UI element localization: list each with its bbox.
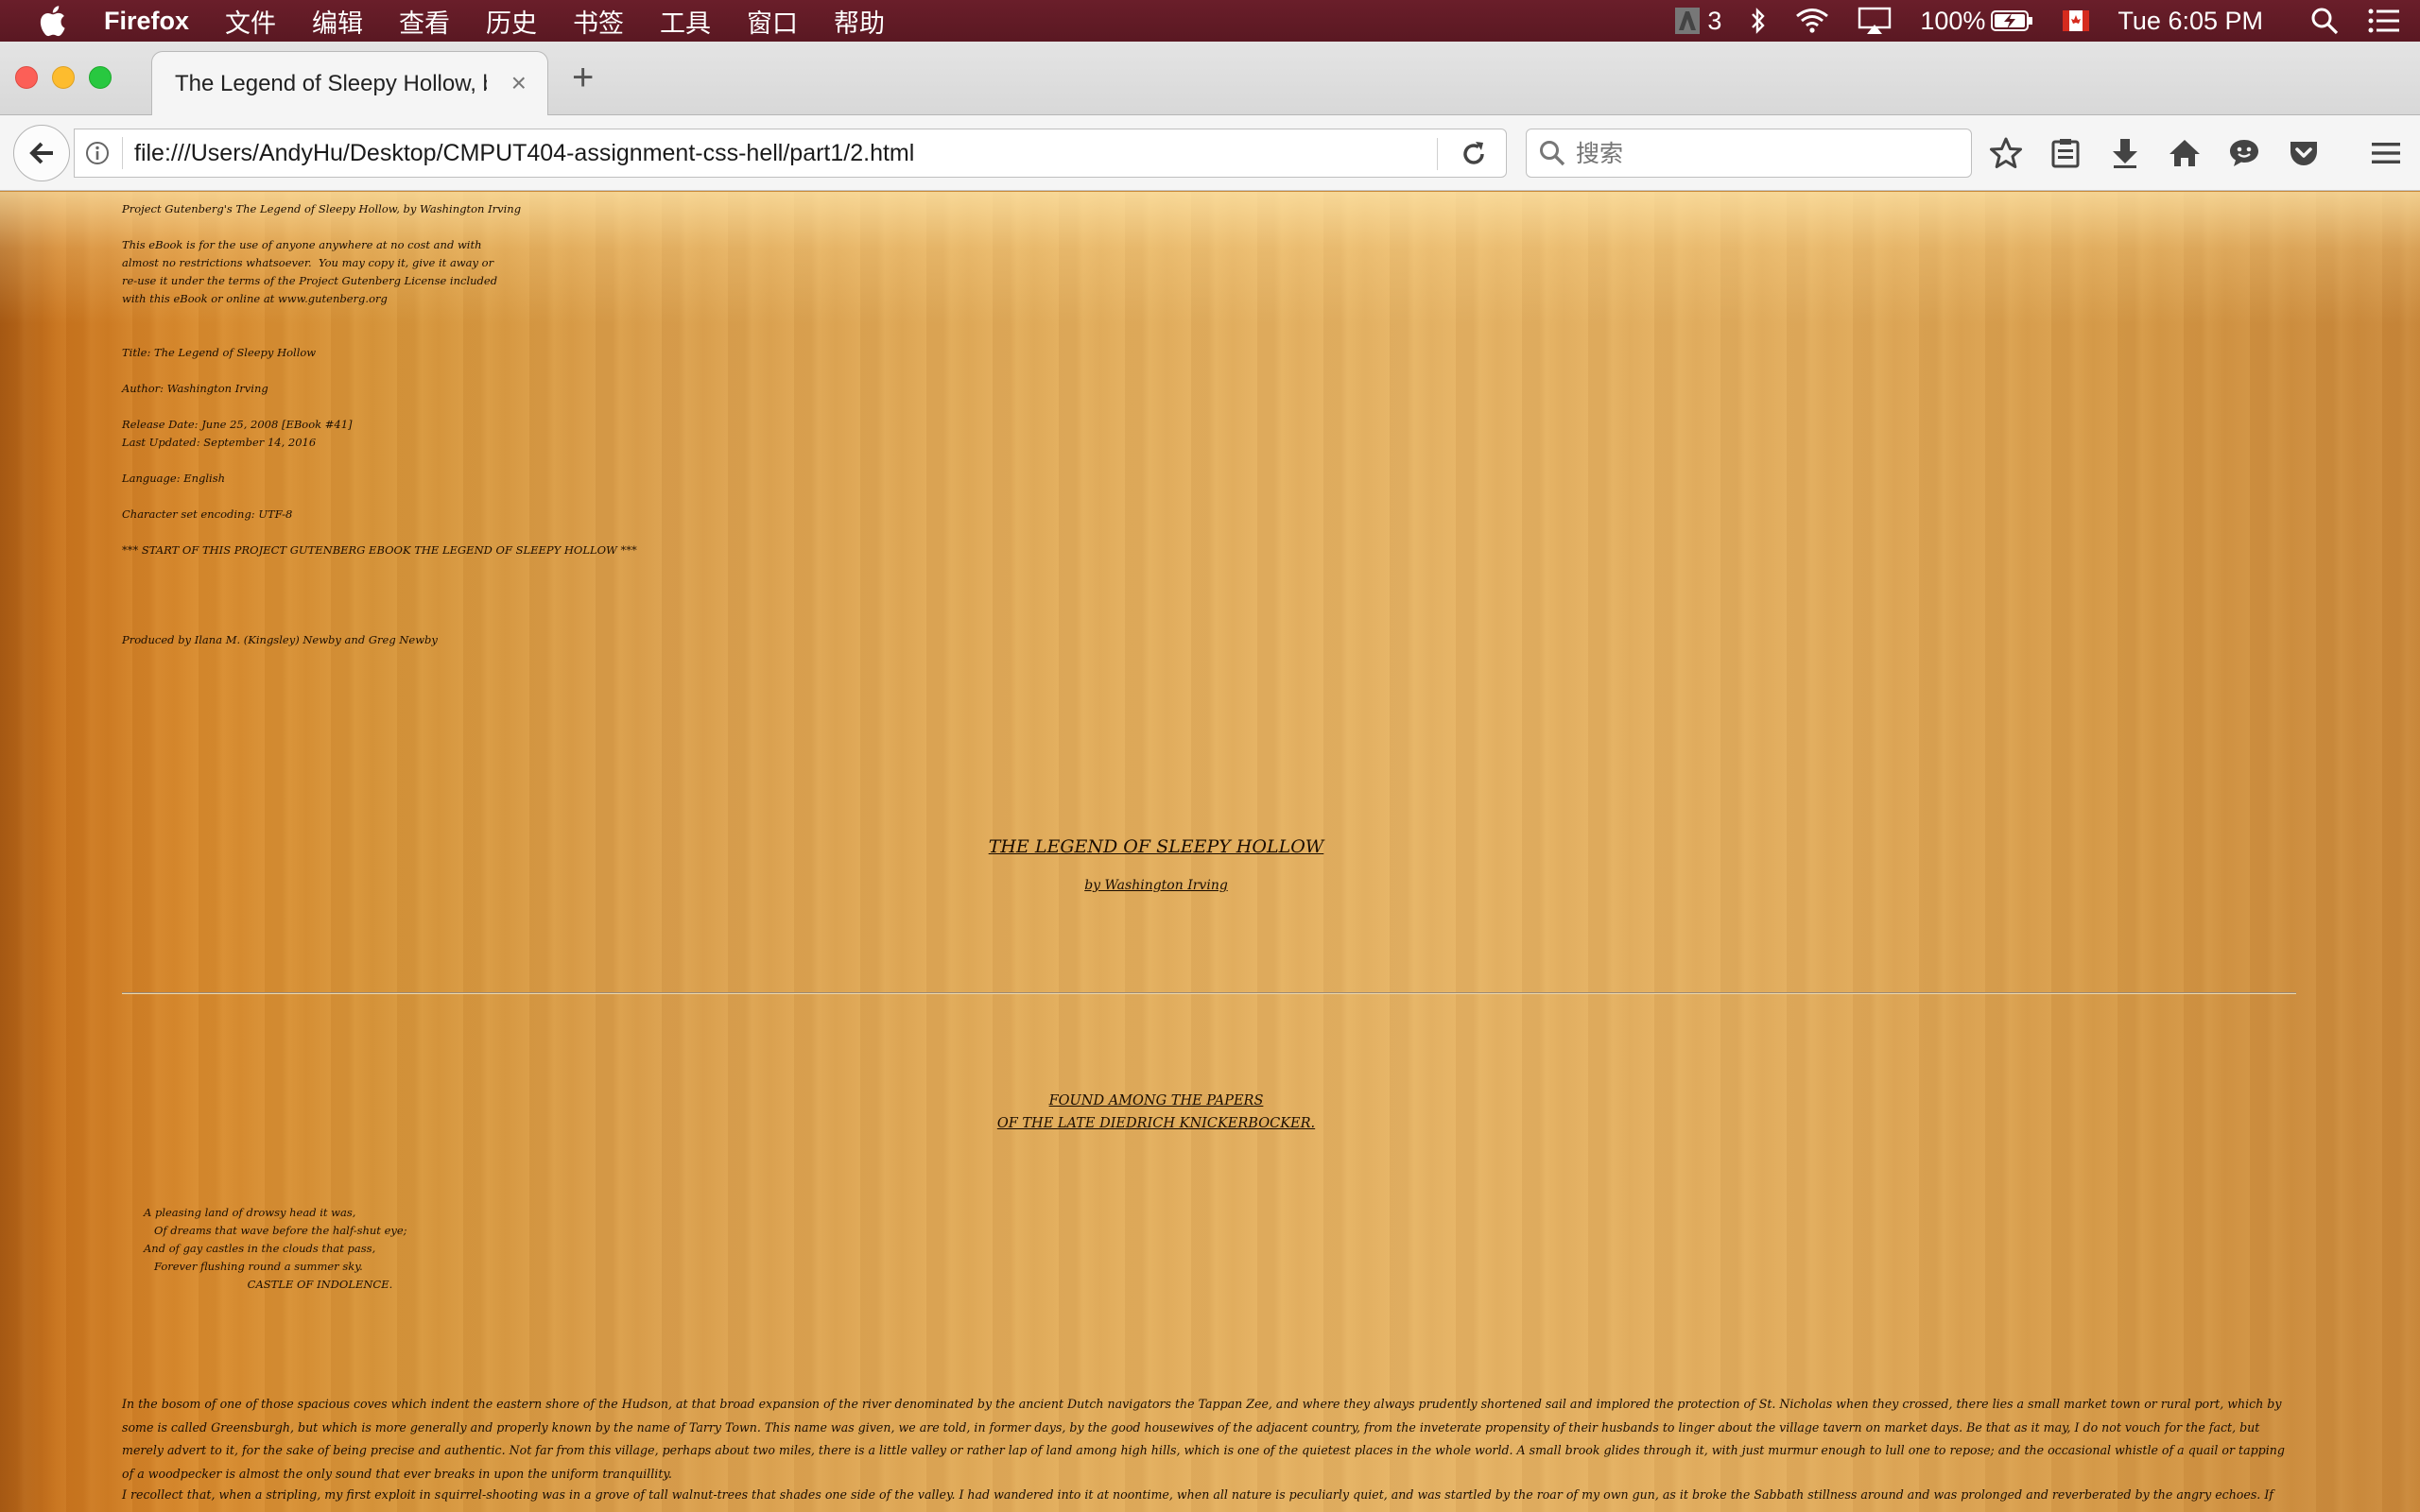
spotlight-search-icon[interactable] <box>2310 7 2339 35</box>
produced-by: Produced by Ilana M. (Kingsley) Newby an… <box>122 633 438 646</box>
search-icon <box>1540 141 1565 166</box>
found-among-papers-heading: FOUND AMONG THE PAPERS OF THE LATE DIEDR… <box>996 1093 1316 1131</box>
bluetooth-icon[interactable] <box>1750 7 1767 35</box>
toolbar-icons <box>1985 132 2342 174</box>
window-zoom-button[interactable] <box>89 66 112 89</box>
meta-encoding: Character set encoding: UTF-8 <box>122 507 293 521</box>
menu-view[interactable]: 查看 <box>399 3 450 40</box>
app-menu-firefox[interactable]: Firefox <box>104 7 189 36</box>
site-info-icon[interactable] <box>84 140 111 166</box>
navigation-toolbar: file:///Users/AndyHu/Desktop/CMPUT404-as… <box>0 115 2420 191</box>
battery-charging-icon <box>1991 10 2033 31</box>
pocket-icon[interactable] <box>2283 132 2325 174</box>
hello-chat-icon[interactable] <box>2223 132 2265 174</box>
downloads-icon[interactable] <box>2104 132 2146 174</box>
menu-bar-status-area: 3 100% Tue 6:05 PM <box>1675 0 2420 42</box>
new-tab-button[interactable]: + <box>572 59 594 96</box>
tab-close-icon[interactable]: × <box>511 70 527 96</box>
meta-author: Author: Washington Irving <box>122 382 268 395</box>
book-title: THE LEGEND OF SLEEPY HOLLOW <box>988 836 1324 857</box>
search-bar[interactable] <box>1526 129 1972 178</box>
license-text: This eBook is for the use of anyone anyw… <box>122 238 498 305</box>
menu-window[interactable]: 窗口 <box>747 3 798 40</box>
back-button[interactable] <box>13 125 70 181</box>
notification-center-icon[interactable] <box>2367 8 2401 34</box>
hamburger-menu-icon[interactable] <box>2367 134 2405 172</box>
battery-percent: 100% <box>1920 6 1986 35</box>
bookmark-star-icon[interactable] <box>1985 132 2027 174</box>
reload-icon[interactable] <box>1459 139 1489 169</box>
meta-language: Language: English <box>122 472 226 485</box>
meta-title: Title: The Legend of Sleepy Hollow <box>122 346 317 359</box>
adobe-count: 3 <box>1707 6 1722 35</box>
battery-status[interactable]: 100% <box>1920 7 2034 36</box>
adobe-icon <box>1675 8 1701 34</box>
clock[interactable]: Tue 6:05 PM <box>2118 7 2263 36</box>
gutenberg-header: Project Gutenberg's The Legend of Sleepy… <box>122 202 522 215</box>
back-arrow-icon <box>29 142 53 164</box>
meta-dates: Release Date: June 25, 2008 [EBook #41] … <box>122 418 353 449</box>
window-close-button[interactable] <box>15 66 38 89</box>
bookmarks-menu-icon[interactable] <box>2045 132 2086 174</box>
horizontal-rule <box>122 992 2296 994</box>
reload-separator <box>1437 138 1438 170</box>
paragraph-1: In the bosom of one of those spacious co… <box>122 1397 2285 1481</box>
tab-title: The Legend of Sleepy Hollow, b... <box>175 70 487 96</box>
url-separator <box>122 137 123 169</box>
book-byline: by Washington Irving <box>1084 878 1228 893</box>
canada-flag-input-icon[interactable] <box>2063 10 2090 31</box>
menu-help[interactable]: 帮助 <box>834 3 885 40</box>
search-input[interactable] <box>1576 139 1954 167</box>
menu-bookmarks[interactable]: 书签 <box>573 3 624 40</box>
menu-file[interactable]: 文件 <box>225 3 276 40</box>
adobe-status-item[interactable]: 3 <box>1675 7 1721 36</box>
wifi-icon[interactable] <box>1795 8 1829 34</box>
menu-history[interactable]: 历史 <box>486 3 537 40</box>
airplay-icon[interactable] <box>1858 7 1892 35</box>
paragraph-2: I recollect that, when a stripling, my f… <box>122 1487 2273 1512</box>
page-content: Project Gutenberg's The Legend of Sleepy… <box>0 192 2420 1512</box>
apple-logo-icon[interactable] <box>38 5 66 37</box>
start-marker: *** START OF THIS PROJECT GUTENBERG EBOO… <box>122 543 637 557</box>
url-bar[interactable]: file:///Users/AndyHu/Desktop/CMPUT404-as… <box>74 129 1507 178</box>
url-text[interactable]: file:///Users/AndyHu/Desktop/CMPUT404-as… <box>134 140 914 167</box>
macos-menu-bar: Firefox 文件 编辑 查看 历史 书签 工具 窗口 帮助 3 100% T… <box>0 0 2420 42</box>
tab-sleepy-hollow[interactable]: The Legend of Sleepy Hollow, b... × <box>151 51 548 115</box>
home-icon[interactable] <box>2164 132 2205 174</box>
window-minimize-button[interactable] <box>52 66 75 89</box>
menu-edit[interactable]: 编辑 <box>312 3 363 40</box>
menu-tools[interactable]: 工具 <box>660 3 711 40</box>
epigraph-poem: A pleasing land of drowsy head it was, O… <box>144 1206 407 1291</box>
tab-strip: The Legend of Sleepy Hollow, b... × + <box>0 42 2420 115</box>
